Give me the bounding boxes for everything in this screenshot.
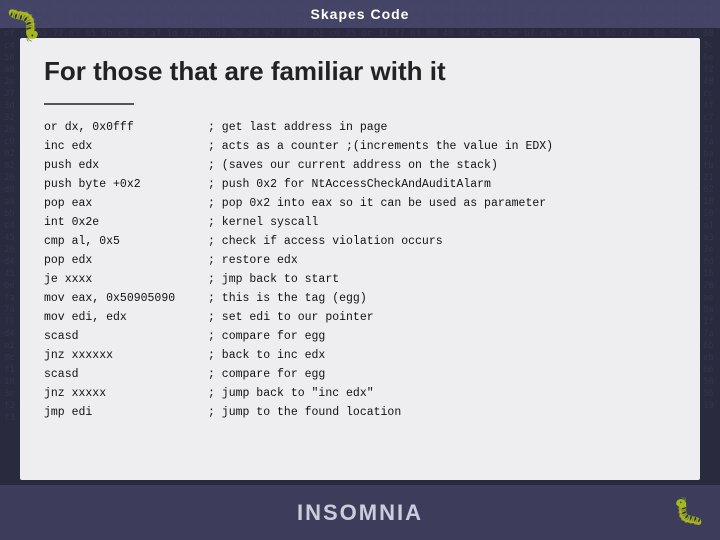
code-line: push byte +0x2; push 0x2 for NtAccessChe… [44, 176, 676, 195]
code-instruction: je xxxx [44, 271, 204, 290]
code-comment: ; this is the tag (egg) [208, 290, 367, 309]
white-panel: For those that are familiar with it or d… [20, 38, 700, 480]
page-heading: For those that are familiar with it [44, 56, 676, 87]
code-line: inc edx; acts as a counter ;(increments … [44, 138, 676, 157]
code-comment: ; jump back to "inc edx" [208, 385, 374, 404]
code-line: int 0x2e; kernel syscall [44, 214, 676, 233]
code-comment: ; compare for egg [208, 366, 325, 385]
code-comment: ; pop 0x2 into eax so it can be used as … [208, 195, 546, 214]
code-comment: ; jmp back to start [208, 271, 339, 290]
code-instruction: scasd [44, 328, 204, 347]
code-block: or dx, 0x0fff; get last address in pagei… [44, 119, 676, 423]
code-comment: ; get last address in page [208, 119, 387, 138]
code-comment: ; back to inc edx [208, 347, 325, 366]
code-comment: ; kernel syscall [208, 214, 318, 233]
header-bar: Skapes Code [0, 0, 720, 28]
header-title: Skapes Code [311, 6, 410, 22]
code-instruction: mov edi, edx [44, 309, 204, 328]
code-line: mov eax, 0x50905090; this is the tag (eg… [44, 290, 676, 309]
code-comment: ; compare for egg [208, 328, 325, 347]
code-instruction: cmp al, 0x5 [44, 233, 204, 252]
code-comment: ; acts as a counter ;(increments the val… [208, 138, 553, 157]
code-instruction: jnz xxxxxx [44, 347, 204, 366]
bug-icon-topleft: 🐛 [5, 5, 42, 42]
code-instruction: pop edx [44, 252, 204, 271]
code-instruction: jnz xxxxx [44, 385, 204, 404]
code-comment: ; push 0x2 for NtAccessCheckAndAuditAlar… [208, 176, 491, 195]
footer-bar: INSOMNIA [0, 485, 720, 540]
code-comment: ; check if access violation occurs [208, 233, 443, 252]
code-instruction: inc edx [44, 138, 204, 157]
code-instruction: pop eax [44, 195, 204, 214]
code-line: or dx, 0x0fff; get last address in page [44, 119, 676, 138]
code-line: scasd; compare for egg [44, 328, 676, 347]
code-line: jmp edi; jump to the found location [44, 404, 676, 423]
code-instruction: scasd [44, 366, 204, 385]
code-comment: ; jump to the found location [208, 404, 401, 423]
main-content: For those that are familiar with it or d… [0, 28, 720, 540]
code-instruction: jmp edi [44, 404, 204, 423]
code-line: pop eax; pop 0x2 into eax so it can be u… [44, 195, 676, 214]
code-instruction: int 0x2e [44, 214, 204, 233]
code-line: cmp al, 0x5; check if access violation o… [44, 233, 676, 252]
heading-underline [44, 103, 134, 105]
code-line: scasd; compare for egg [44, 366, 676, 385]
footer-logo: INSOMNIA [297, 500, 423, 526]
code-comment: ; set edi to our pointer [208, 309, 374, 328]
code-comment: ; (saves our current address on the stac… [208, 157, 498, 176]
code-line: je xxxx; jmp back to start [44, 271, 676, 290]
code-line: pop edx; restore edx [44, 252, 676, 271]
code-instruction: push edx [44, 157, 204, 176]
code-instruction: mov eax, 0x50905090 [44, 290, 204, 309]
code-line: jnz xxxxx; jump back to "inc edx" [44, 385, 676, 404]
bug-icon-bottomright: 🐛 [673, 497, 705, 528]
code-instruction: or dx, 0x0fff [44, 119, 204, 138]
code-comment: ; restore edx [208, 252, 298, 271]
code-instruction: push byte +0x2 [44, 176, 204, 195]
code-line: jnz xxxxxx; back to inc edx [44, 347, 676, 366]
code-line: push edx; (saves our current address on … [44, 157, 676, 176]
code-line: mov edi, edx; set edi to our pointer [44, 309, 676, 328]
